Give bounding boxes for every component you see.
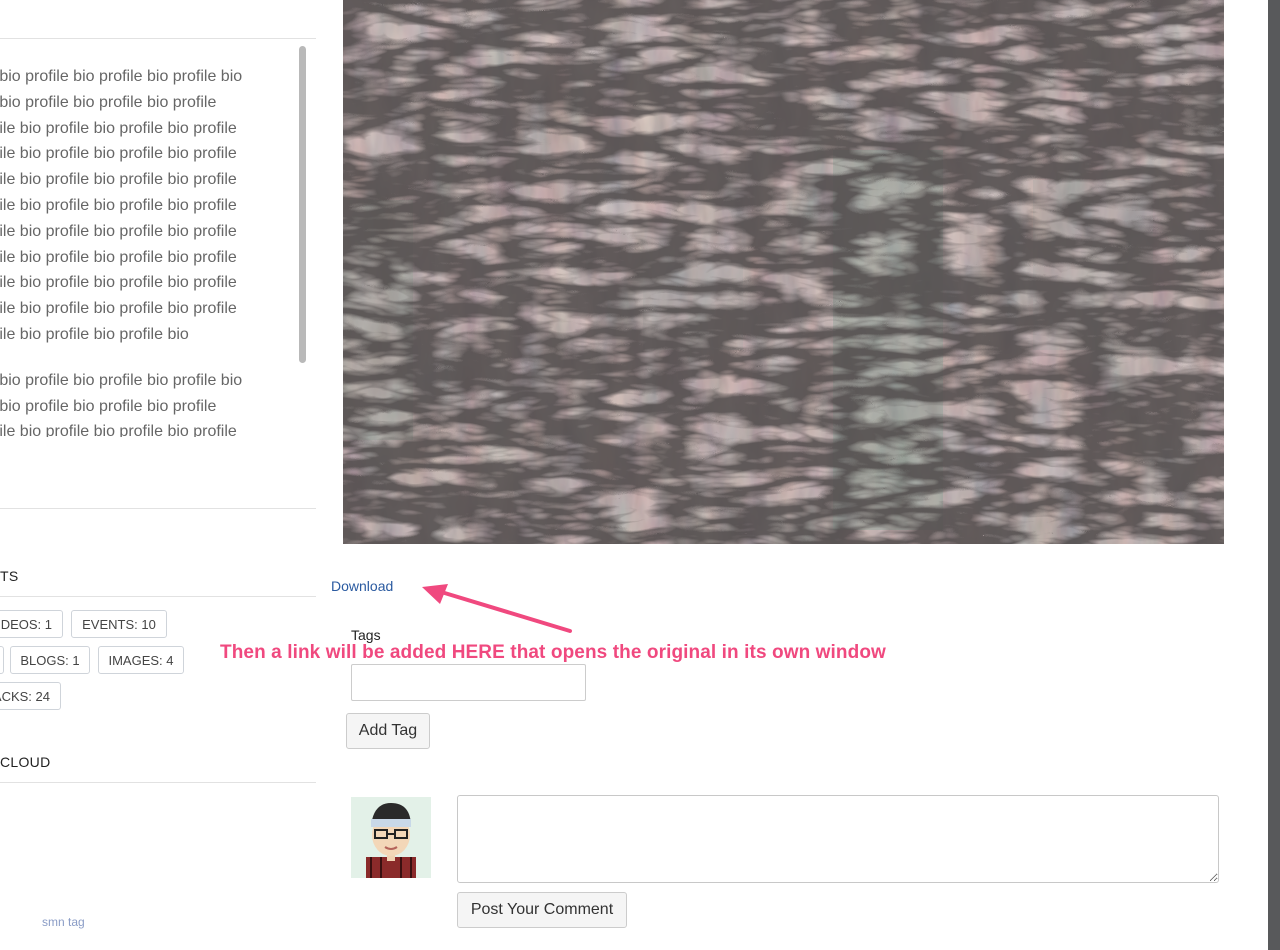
bio-line: ofile bio profile bio profile bio profil…: [0, 248, 237, 266]
stat-images-button[interactable]: IMAGES: 4: [98, 646, 184, 674]
scrollbar-thumb[interactable]: [299, 46, 306, 363]
left-sidebar: e bio profile bio profile bio profile bi…: [0, 0, 316, 950]
stats-title: TS: [0, 568, 19, 584]
avatar-image: [351, 797, 431, 878]
bio-line: ofile bio profile bio profile bio profil…: [0, 423, 237, 437]
bio-scroll-area[interactable]: e bio profile bio profile bio profile bi…: [0, 45, 296, 437]
bio-line: e bio profile bio profile bio profile bi…: [0, 68, 243, 85]
divider: [0, 508, 316, 509]
divider: [0, 38, 316, 39]
stat-tracks-button[interactable]: ACKS: 24: [0, 682, 61, 710]
window-edge: [1268, 0, 1280, 950]
bio-line: ofile bio profile bio profile bio profil…: [0, 300, 237, 318]
tags-input[interactable]: [351, 664, 586, 701]
add-tag-button[interactable]: Add Tag: [346, 713, 430, 749]
annotation-arrow-icon: [422, 584, 572, 633]
annotation-text: Then a link will be added HERE that open…: [220, 642, 886, 663]
tag-cloud-title: CLOUD: [0, 754, 51, 770]
bio-line: e bio profile bio profile bio profile: [0, 397, 217, 415]
post-comment-button[interactable]: Post Your Comment: [457, 892, 627, 928]
bark-image: [343, 0, 1224, 544]
divider: [0, 596, 316, 597]
tags-label: Tags: [351, 627, 381, 643]
download-link[interactable]: Download: [331, 578, 393, 594]
bio-line: ofile bio profile bio profile bio profil…: [0, 119, 237, 137]
stat-events-button[interactable]: EVENTS: 10: [71, 610, 167, 638]
bio-line: ofile bio profile bio profile bio profil…: [0, 196, 237, 214]
bio-scrollbar[interactable]: [297, 45, 308, 437]
bio-paragraph: e bio profile bio profile bio profile bi…: [0, 64, 282, 348]
bio-line: ofile bio profile bio profile bio profil…: [0, 145, 237, 163]
bio-line: ofile bio profile bio profile bio profil…: [0, 274, 237, 292]
bio-line: e bio profile bio profile bio profile bi…: [0, 371, 243, 389]
tag-cloud-link[interactable]: smn tag: [42, 915, 85, 929]
bark-photo: [343, 0, 1224, 544]
comment-input[interactable]: [457, 795, 1219, 883]
divider: [0, 782, 316, 783]
bio-line: ofile bio profile bio profile bio profil…: [0, 171, 237, 189]
bio-line: e bio profile bio profile bio profile: [0, 93, 217, 111]
bio-line: ofile bio profile bio profile bio: [0, 325, 189, 343]
bio-line: ofile bio profile bio profile bio profil…: [0, 222, 237, 240]
stat-blogs-button[interactable]: BLOGS: 1: [10, 646, 90, 674]
stat-hidden-button[interactable]: [0, 646, 4, 674]
stat-videos-button[interactable]: IDEOS: 1: [0, 610, 63, 638]
bio-paragraph: e bio profile bio profile bio profile bi…: [0, 368, 282, 437]
avatar: [351, 797, 431, 878]
